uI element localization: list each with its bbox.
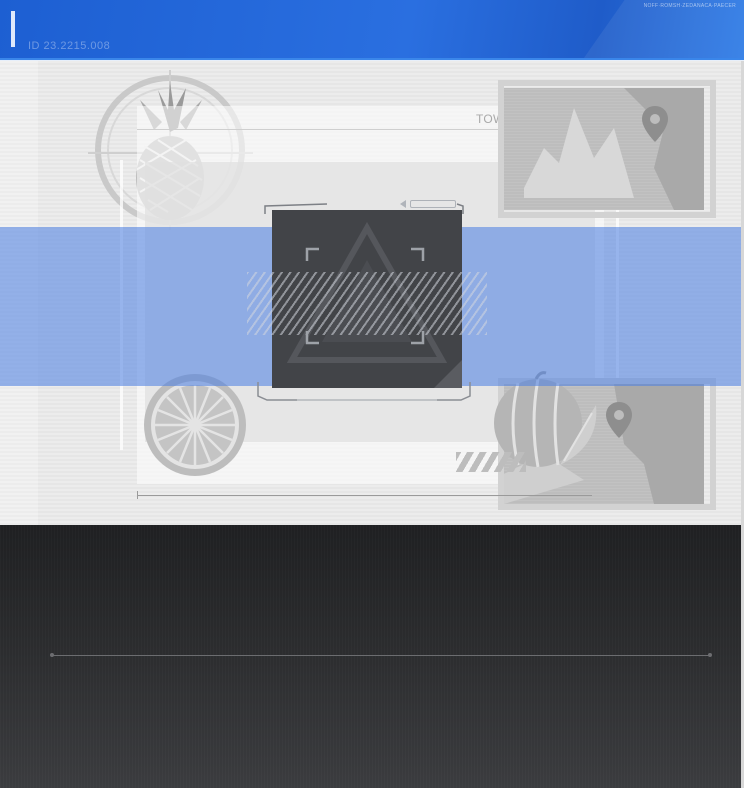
- panel-bottom-rule: [137, 495, 592, 496]
- orange-slice-icon: [144, 374, 246, 476]
- top-header: ID 23.2215.008 NOFF·ROMSH·ZEDANACA·PAECE…: [0, 0, 744, 58]
- header-code-text: NOFF·ROMSH·ZEDANACA·PAECER: [643, 3, 736, 9]
- map-card-top: [504, 88, 704, 210]
- map-pin-icon: [606, 402, 632, 438]
- scan-frame-icon: [305, 247, 425, 345]
- panel-bottom-rule-tick: [137, 491, 138, 499]
- modal-pill-indicator: [410, 200, 456, 208]
- map-pin-icon: [642, 106, 668, 142]
- player-id-label: ID 23.2215.008: [28, 40, 111, 52]
- bottom-dark-panel: [0, 525, 744, 788]
- header-accent-bar: [11, 11, 15, 47]
- map-terrain-top: [524, 88, 704, 210]
- stripe-decoration: [456, 452, 526, 472]
- divider-end-dot-right: [708, 653, 712, 657]
- divider-end-dot-left: [50, 653, 54, 657]
- modal-pill-arrow-icon: [400, 200, 406, 208]
- bottom-divider-line: [52, 655, 711, 656]
